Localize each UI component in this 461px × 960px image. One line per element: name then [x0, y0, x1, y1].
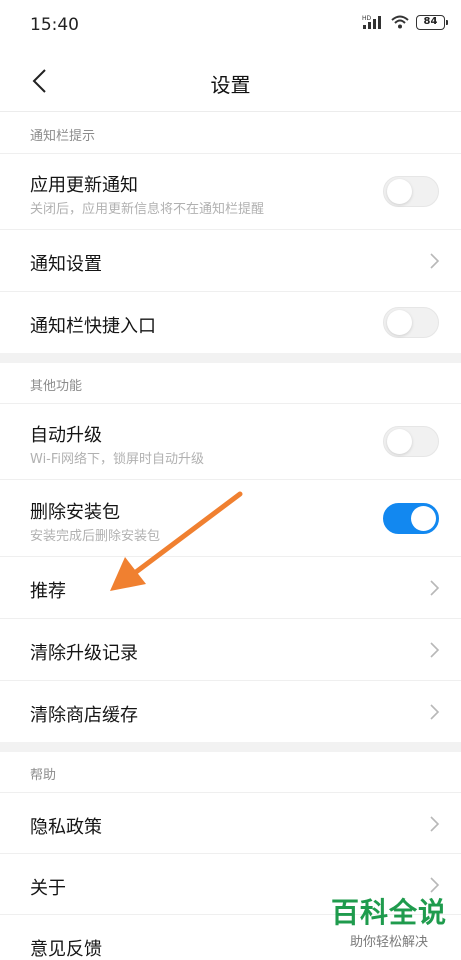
row-clear-store-cache[interactable]: 清除商店缓存	[0, 680, 461, 742]
row-title: 通知设置	[30, 254, 102, 275]
watermark-title: 百科全说	[330, 896, 447, 929]
row-title: 应用更新通知	[30, 175, 138, 196]
row-auto-upgrade[interactable]: 自动升级 Wi-Fi网络下，锁屏时自动升级	[0, 403, 461, 479]
section-header-notification: 通知栏提示	[0, 113, 461, 153]
app-update-notify-toggle[interactable]	[383, 176, 439, 207]
row-title: 隐私政策	[30, 817, 102, 838]
page-title: 设置	[210, 73, 251, 97]
row-app-update-notify[interactable]: 应用更新通知 关闭后，应用更新信息将不在通知栏提醒	[0, 153, 461, 229]
battery-icon: 84	[416, 14, 448, 30]
watermark-subtitle: 助你轻松解决	[349, 935, 428, 950]
section-title: 其他功能	[30, 379, 83, 394]
title-bar: 设置	[0, 52, 461, 112]
notify-shortcut-toggle[interactable]	[383, 307, 439, 338]
row-title: 删除安装包	[30, 502, 120, 523]
row-delete-package[interactable]: 删除安装包 安装完成后删除安装包	[0, 479, 461, 556]
row-subtitle: Wi-Fi网络下，锁屏时自动升级	[30, 452, 205, 467]
section-title: 通知栏提示	[30, 129, 96, 144]
auto-upgrade-toggle[interactable]	[383, 426, 439, 457]
row-title: 关于	[30, 878, 66, 899]
signal-icon: HD	[362, 15, 381, 29]
chevron-right-icon	[430, 704, 440, 720]
row-subtitle: 关闭后，应用更新信息将不在通知栏提醒	[30, 202, 265, 217]
row-clear-upgrade-records[interactable]: 清除升级记录	[0, 618, 461, 680]
row-title: 意见反馈	[30, 939, 102, 960]
chevron-right-icon	[430, 580, 440, 596]
chevron-right-icon	[430, 253, 440, 269]
chevron-right-icon	[430, 816, 440, 832]
row-title: 清除升级记录	[30, 643, 138, 664]
row-title: 推荐	[30, 581, 66, 602]
section-header-help: 帮助	[0, 752, 461, 792]
row-recommend[interactable]: 推荐	[0, 556, 461, 618]
section-header-other: 其他功能	[0, 363, 461, 403]
row-title: 清除商店缓存	[30, 705, 138, 726]
wifi-icon	[391, 15, 409, 29]
chevron-right-icon	[430, 877, 440, 893]
chevron-right-icon	[430, 642, 440, 658]
status-bar: 15:40 HD 84	[0, 0, 461, 52]
row-privacy-policy[interactable]: 隐私政策	[0, 792, 461, 853]
section-title: 帮助	[30, 768, 57, 783]
row-title: 通知栏快捷入口	[30, 316, 156, 337]
section-divider	[0, 353, 461, 363]
delete-package-toggle[interactable]	[383, 503, 439, 534]
row-notify-shortcut[interactable]: 通知栏快捷入口	[0, 291, 461, 353]
section-divider	[0, 742, 461, 752]
row-notify-settings[interactable]: 通知设置	[0, 229, 461, 291]
status-icons: HD 84	[362, 14, 448, 30]
hd-label: HD	[362, 15, 372, 22]
row-title: 自动升级	[30, 425, 102, 446]
status-time: 15:40	[30, 15, 79, 35]
watermark-logo: 百科全说 助你轻松解决	[330, 896, 447, 951]
row-subtitle: 安装完成后删除安装包	[30, 529, 161, 544]
